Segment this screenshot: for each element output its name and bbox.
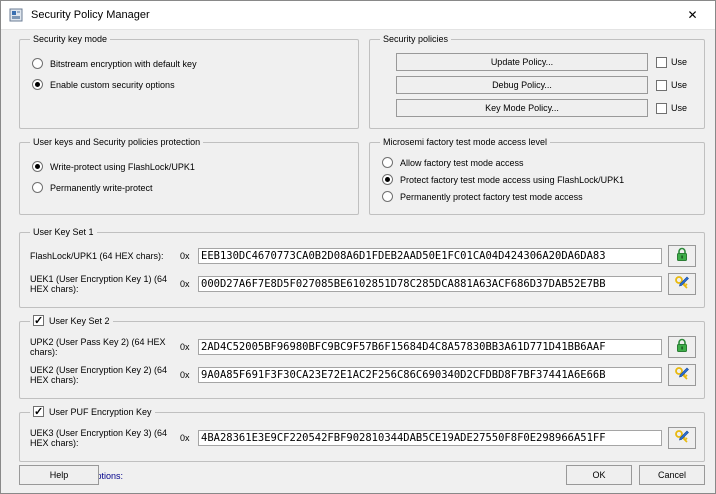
keys-icon: [674, 275, 691, 293]
uek2-field-row: UEK2 (User Encryption Key 2) (64 HEX cha…: [30, 364, 696, 386]
radio-label: Allow factory test mode access: [400, 158, 524, 168]
group-user-puf-legend: User PUF Encryption Key: [30, 406, 155, 419]
group-user-key-set-1-title: User Key Set 1: [30, 227, 97, 237]
app-icon: [9, 7, 25, 23]
radio-bitstream-default-key[interactable]: Bitstream encryption with default key: [32, 58, 350, 69]
radio-enable-custom-security[interactable]: Enable custom security options: [32, 79, 350, 90]
radio-icon[interactable]: [32, 161, 43, 172]
upk2-field-row: UPK2 (User Pass Key 2) (64 HEX chars): 0…: [30, 336, 696, 358]
close-icon[interactable]: ✕: [670, 1, 715, 30]
uek1-field-row: UEK1 (User Encryption Key 1) (64 HEX cha…: [30, 273, 696, 295]
uek1-input[interactable]: [198, 276, 662, 292]
checkbox-icon[interactable]: [656, 80, 667, 91]
ok-button[interactable]: OK: [566, 465, 632, 485]
checkbox-icon[interactable]: [656, 103, 667, 114]
group-protection: User keys and Security policies protecti…: [19, 137, 359, 215]
upk1-label: FlashLock/UPK1 (64 HEX chars):: [30, 251, 180, 261]
use-label: Use: [671, 80, 687, 90]
key-mode-policy-row: Key Mode Policy... Use: [396, 99, 696, 117]
radio-icon[interactable]: [382, 174, 393, 185]
radio-write-protect-flashlock[interactable]: Write-protect using FlashLock/UPK1: [32, 161, 350, 172]
uek3-label: UEK3 (User Encryption Key 3) (64 HEX cha…: [30, 428, 180, 448]
update-policy-use[interactable]: Use: [656, 57, 696, 68]
padlock-icon: [674, 247, 690, 265]
radio-label: Write-protect using FlashLock/UPK1: [50, 162, 195, 172]
debug-policy-use[interactable]: Use: [656, 80, 696, 91]
uek2-input[interactable]: [198, 367, 662, 383]
key-mode-policy-button[interactable]: Key Mode Policy...: [396, 99, 648, 117]
upk2-input[interactable]: [198, 339, 662, 355]
help-button[interactable]: Help: [19, 465, 99, 485]
user-key-set-2-toggle[interactable]: User Key Set 2: [33, 315, 110, 326]
use-label: Use: [671, 57, 687, 67]
cancel-button[interactable]: Cancel: [639, 465, 705, 485]
group-user-key-set-1: User Key Set 1 FlashLock/UPK1 (64 HEX ch…: [19, 227, 705, 308]
group-factory-access: Microsemi factory test mode access level…: [369, 137, 705, 215]
upk1-input[interactable]: [198, 248, 662, 264]
radio-icon[interactable]: [32, 79, 43, 90]
hex-prefix: 0x: [180, 370, 198, 380]
group-protection-title: User keys and Security policies protecti…: [30, 137, 203, 147]
uek3-input[interactable]: [198, 430, 662, 446]
update-policy-button[interactable]: Update Policy...: [396, 53, 648, 71]
uek3-keys-button[interactable]: [668, 427, 696, 449]
hex-prefix: 0x: [180, 251, 198, 261]
radio-icon[interactable]: [32, 182, 43, 193]
checkbox-icon[interactable]: [33, 406, 44, 417]
uek2-label: UEK2 (User Encryption Key 2) (64 HEX cha…: [30, 365, 180, 385]
checkbox-icon[interactable]: [656, 57, 667, 68]
group-user-puf-encryption-key: User PUF Encryption Key UEK3 (User Encry…: [19, 406, 705, 462]
radio-icon[interactable]: [32, 58, 43, 69]
uek2-keys-button[interactable]: [668, 364, 696, 386]
group-factory-access-title: Microsemi factory test mode access level: [380, 137, 550, 147]
uek3-field-row: UEK3 (User Encryption Key 3) (64 HEX cha…: [30, 427, 696, 449]
upk1-lock-button[interactable]: [668, 245, 696, 267]
dialog-footer: Help OK Cancel: [19, 465, 705, 485]
group-security-policies-title: Security policies: [380, 34, 451, 44]
checkbox-icon[interactable]: [33, 315, 44, 326]
key-mode-policy-use[interactable]: Use: [656, 103, 696, 114]
radio-label: Permanently write-protect: [50, 183, 153, 193]
group-user-puf-title: User PUF Encryption Key: [49, 407, 152, 417]
dialog-content: Security key mode Bitstream encryption w…: [1, 30, 715, 494]
radio-icon[interactable]: [382, 157, 393, 168]
use-label: Use: [671, 103, 687, 113]
keys-icon: [674, 429, 691, 447]
window-title: Security Policy Manager: [31, 9, 670, 21]
hex-prefix: 0x: [180, 433, 198, 443]
debug-policy-row: Debug Policy... Use: [396, 76, 696, 94]
group-security-key-mode-title: Security key mode: [30, 34, 110, 44]
group-user-key-set-2-title: User Key Set 2: [49, 316, 110, 326]
keys-icon: [674, 366, 691, 384]
upk1-field-row: FlashLock/UPK1 (64 HEX chars): 0x: [30, 245, 696, 267]
debug-policy-button[interactable]: Debug Policy...: [396, 76, 648, 94]
uek1-label: UEK1 (User Encryption Key 1) (64 HEX cha…: [30, 274, 180, 294]
radio-permanent-write-protect[interactable]: Permanently write-protect: [32, 182, 350, 193]
radio-label: Bitstream encryption with default key: [50, 59, 197, 69]
group-user-key-set-2-legend: User Key Set 2: [30, 315, 113, 328]
update-policy-row: Update Policy... Use: [396, 53, 696, 71]
title-bar: Security Policy Manager ✕: [1, 1, 715, 30]
radio-label: Protect factory test mode access using F…: [400, 175, 624, 185]
padlock-icon: [674, 338, 690, 356]
group-security-key-mode: Security key mode Bitstream encryption w…: [19, 34, 359, 129]
radio-permanently-protect-factory[interactable]: Permanently protect factory test mode ac…: [382, 191, 696, 202]
uek1-keys-button[interactable]: [668, 273, 696, 295]
upk2-label: UPK2 (User Pass Key 2) (64 HEX chars):: [30, 337, 180, 357]
group-user-key-set-2: User Key Set 2 UPK2 (User Pass Key 2) (6…: [19, 315, 705, 399]
group-security-policies: Security policies Update Policy... Use D…: [369, 34, 705, 129]
radio-allow-factory-access[interactable]: Allow factory test mode access: [382, 157, 696, 168]
hex-prefix: 0x: [180, 279, 198, 289]
radio-label: Enable custom security options: [50, 80, 175, 90]
radio-icon[interactable]: [382, 191, 393, 202]
upk2-lock-button[interactable]: [668, 336, 696, 358]
security-policy-manager-dialog: Security Policy Manager ✕ Security key m…: [0, 0, 716, 494]
radio-protect-factory-flashlock[interactable]: Protect factory test mode access using F…: [382, 174, 696, 185]
hex-prefix: 0x: [180, 342, 198, 352]
user-puf-key-toggle[interactable]: User PUF Encryption Key: [33, 406, 152, 417]
radio-label: Permanently protect factory test mode ac…: [400, 192, 583, 202]
